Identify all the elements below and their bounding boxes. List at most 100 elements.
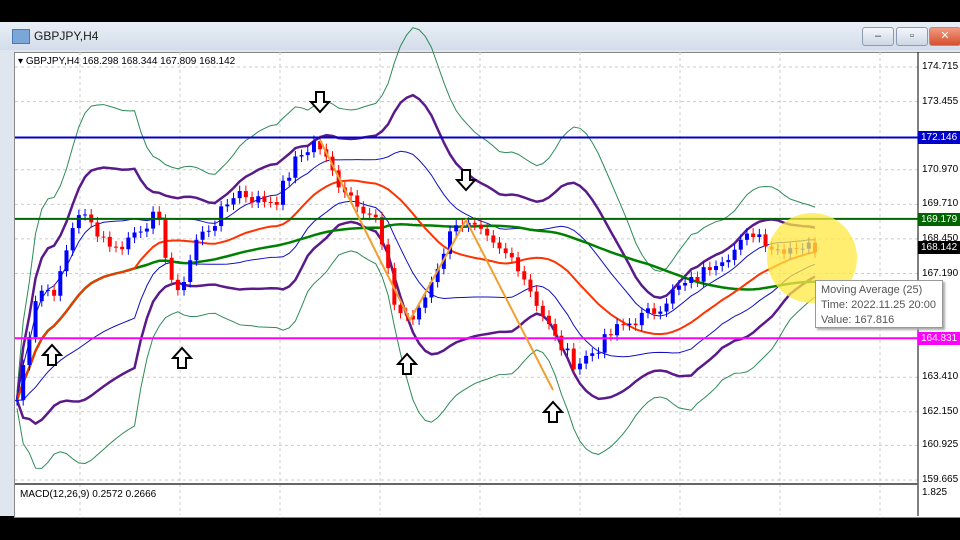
candle [293,156,298,178]
candle [268,201,273,203]
macd-axis-value: 1.825 [922,487,948,498]
candle [472,222,477,225]
bollinger-lower [15,220,816,426]
tooltip-value: Value: 167.816 [821,314,895,326]
candle [175,279,180,291]
candle [200,231,205,240]
candle [163,219,168,258]
price-axis-tick: 169.710 [922,198,959,210]
price-axis-tick: 167.190 [922,267,959,279]
candle [58,271,63,296]
candle [70,228,75,251]
candle [126,237,131,250]
candle [534,291,539,306]
candle [757,234,762,237]
up-arrow-icon [395,352,419,375]
candle [349,192,354,196]
candle [367,213,372,215]
candle [21,365,26,401]
candle [417,307,422,320]
candle [194,239,199,261]
price-axis-tick: 170.970 [922,163,959,175]
candle [212,226,217,231]
candle [683,282,688,286]
candle [528,279,533,292]
candle [33,301,38,338]
candle [676,285,681,290]
candle [707,267,712,271]
tooltip-title: Moving Average (25) [821,284,923,296]
candle [652,308,657,314]
candle [621,324,626,326]
candle [144,228,149,232]
price-axis-tick: 173.455 [922,95,959,107]
level-price-label: 169.179 [918,212,960,226]
candle [287,177,292,181]
candle [577,363,582,370]
macd-label: MACD(12,26,9) 0.2572 0.2666 [20,489,157,500]
moving-average-25 [16,179,816,401]
candle [39,290,44,302]
candle [497,242,502,249]
candle [726,259,731,263]
candle [188,260,193,283]
candle [478,224,483,229]
candle [627,323,632,326]
candle [169,257,174,280]
candle [64,250,69,272]
candle [361,206,366,214]
candle [547,315,551,325]
candle [571,348,576,370]
chart-header: ▾ GBPJPY,H4 168.298 168.344 167.809 168.… [18,56,236,67]
candle [423,297,428,308]
candle [522,271,527,280]
candle [262,196,267,202]
price-axis-tick: 162.150 [922,405,959,417]
candle [584,355,589,364]
candle [608,334,613,336]
candle [113,246,118,248]
candle [299,155,304,157]
candle [701,267,706,282]
candle [744,233,749,240]
candle [454,225,459,232]
candle [243,191,248,198]
candle [602,334,607,353]
candle [120,246,125,250]
candle [695,277,700,282]
candle [138,231,143,233]
candle [553,324,558,336]
candle [732,249,737,260]
candle [250,197,255,203]
tooltip-time: Time: 2022.11.25 20:00 [821,299,936,311]
candle [720,262,725,267]
candle [540,305,545,316]
up-arrow-icon [170,346,194,369]
candle [738,239,743,250]
candle [281,180,285,205]
candle [615,324,620,336]
candle [670,289,675,304]
price-axis-tick: 174.715 [922,61,959,72]
level-price-label: 164.831 [918,332,960,346]
candle [27,337,32,366]
candle [355,195,360,207]
price-axis-tick: 159.665 [922,474,959,485]
candle [95,222,100,237]
current-price-label: 168.142 [918,241,960,255]
candle [151,211,156,229]
price-axis-tick: 160.925 [922,439,959,451]
candle [639,312,644,326]
candle [714,266,719,271]
candle [206,230,211,232]
candle [83,214,88,216]
candle [237,191,242,199]
candle [45,289,50,291]
candle [565,348,570,351]
chart-canvas [15,27,919,516]
candle [503,248,508,254]
candle [379,217,384,245]
candle [689,277,694,283]
candle [132,232,137,238]
candle [664,303,669,312]
